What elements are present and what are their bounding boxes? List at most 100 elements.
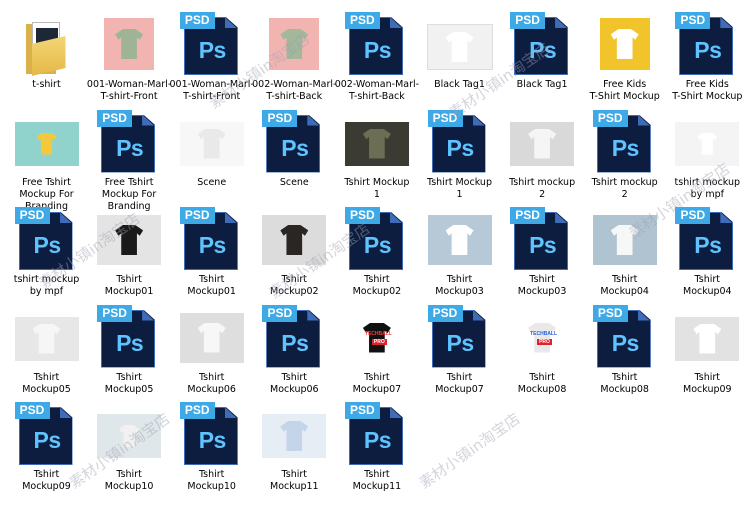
ps-glyph: Ps [363,427,392,453]
image-thumbnail [592,215,657,265]
file-name-label: Tshirt Mockup03 [517,274,567,297]
file-thumbnail [253,207,336,277]
psd-tag-badge: PSD [179,12,215,29]
file-thumbnail [583,207,666,277]
image-thumbnail [14,121,79,166]
file-thumbnail: Ps PSD [5,402,88,472]
file-thumbnail [170,305,253,375]
image-file-item[interactable]: tshirt mockup by mpf [666,110,749,207]
file-name-label: 001-Woman-Marl-T-shirt-Front [169,79,254,102]
image-thumbnail [510,121,575,166]
image-file-item[interactable]: TECHBALL PRO Tshirt Mockup07 [335,305,418,402]
psd-file-item[interactable]: Ps PSD Tshirt Mockup06 [253,304,336,402]
file-name-label: Tshirt Mockup04 [683,274,732,297]
image-file-item[interactable]: Tshirt Mockup04 [583,207,666,304]
psd-file-item[interactable]: Ps PSD Tshirt Mockup 1 [418,109,501,207]
file-name-label: Tshirt Mockup05 [22,371,71,395]
file-thumbnail: Ps PSD [170,12,253,82]
file-thumbnail [5,12,88,82]
file-thumbnail: Ps PSD [253,109,336,180]
image-thumbnail [262,414,327,458]
psd-file-item[interactable]: Ps PSD Tshirt Mockup04 [666,207,749,304]
image-file-item[interactable]: Free Kids T-Shirt Mockup [583,12,666,109]
image-thumbnail [97,414,162,458]
file-name-label: Tshirt Mockup07 [352,371,402,395]
tshirt-shape [362,128,391,159]
image-file-item[interactable]: Tshirt mockup 2 [501,110,584,207]
psd-file-item[interactable]: Ps PSD Tshirt Mockup11 [335,402,418,499]
psd-tag-badge: PSD [427,109,463,127]
file-name-label: Tshirt Mockup07 [435,371,484,395]
tshirt-shape [693,323,722,354]
psd-file-item[interactable]: Ps PSD Scene [253,109,336,207]
image-file-item[interactable]: Tshirt Mockup09 [666,305,749,402]
ps-glyph: Ps [446,329,475,356]
file-name-label: Tshirt mockup 2 [509,176,576,200]
folder-item[interactable]: t-shirt [5,12,88,109]
psd-file-item[interactable]: Ps PSD Tshirt Mockup09 [5,402,88,499]
psd-tag-badge: PSD [344,402,380,419]
tshirt-shape [280,421,309,451]
image-file-item[interactable]: Tshirt Mockup 1 [335,110,418,207]
image-file-item[interactable]: Tshirt Mockup11 [253,402,336,499]
image-file-item[interactable]: Tshirt Mockup10 [88,402,171,499]
image-file-item[interactable]: TECHBALL PRO Tshirt Mockup08 [501,305,584,402]
file-name-label: Tshirt Mockup10 [187,469,236,492]
image-file-item[interactable]: 002-Woman-Marl-T-shirt-Back [252,12,336,109]
psd-file-item[interactable]: Ps PSD Tshirt Mockup07 [418,304,501,402]
tshirt-shape [445,32,474,62]
psd-tag-badge: PSD [427,304,463,322]
file-name-label: Black Tag1 [434,79,485,90]
file-name-label: Free Kids T-Shirt Mockup [672,79,743,102]
file-thumbnail [666,305,749,375]
psd-file-item[interactable]: Ps PSD 001-Woman-Marl-T-shirt-Front [169,12,254,109]
file-name-label: Tshirt Mockup04 [600,274,649,297]
file-name-label: Black Tag1 [516,79,568,90]
psd-file-item[interactable]: Ps PSD Tshirt Mockup10 [170,402,253,499]
techball-print: TECHBALL [364,330,392,337]
file-name-label: Tshirt Mockup05 [104,371,154,395]
image-thumbnail [675,316,740,361]
file-name-label: t-shirt [32,79,61,90]
file-name-label: Tshirt Mockup01 [187,274,236,297]
psd-tag-badge: PSD [510,12,546,29]
image-file-item[interactable]: Free Tshirt Mockup For Branding [5,110,88,212]
file-thumbnail: Ps PSD [5,207,88,277]
file-name-label: Tshirt Mockup 1 [344,176,410,200]
file-thumbnail: Ps PSD [88,109,171,180]
psd-file-item[interactable]: Ps PSD Tshirt Mockup03 [501,207,584,304]
psd-file-item[interactable]: Ps PSD Free Kids T-Shirt Mockup [666,12,749,109]
psd-file-icon: Ps PSD [510,12,574,75]
tshirt-shape [610,29,639,59]
file-thumbnail: Ps PSD [170,402,253,472]
psd-file-icon: Ps PSD [344,402,409,465]
psd-file-item[interactable]: Ps PSD Tshirt Mockup02 [335,207,418,304]
psd-file-item[interactable]: Ps PSD Free Tshirt Mockup For Branding [88,109,171,212]
file-name-label: Tshirt Mockup06 [270,371,319,395]
file-name-label: Tshirt Mockup06 [187,371,236,395]
file-thumbnail: Ps PSD [335,12,418,82]
psd-file-item[interactable]: Ps PSD 002-Woman-Marl-T-shirt-Back [335,12,419,109]
image-file-item[interactable]: Scene [170,110,253,207]
psd-file-item[interactable]: Ps PSD Tshirt Mockup05 [88,304,171,402]
file-name-label: Tshirt Mockup11 [352,469,402,492]
image-file-item[interactable]: Tshirt Mockup01 [88,207,171,304]
psd-tag-badge: PSD [179,207,215,224]
file-name-label: Scene [279,176,309,188]
image-file-item[interactable]: Tshirt Mockup02 [253,207,336,304]
psd-file-item[interactable]: Ps PSD Black Tag1 [501,12,584,109]
file-thumbnail [418,207,501,277]
image-file-item[interactable]: Tshirt Mockup05 [5,305,88,402]
ps-glyph: Ps [611,329,640,356]
psd-file-icon: Ps PSD [592,304,657,368]
psd-tag-badge: PSD [179,402,215,419]
psd-file-item[interactable]: Ps PSD Tshirt mockup 2 [583,109,666,207]
image-file-item[interactable]: Tshirt Mockup06 [170,305,253,402]
psd-file-item[interactable]: Ps PSD Tshirt Mockup01 [170,207,253,304]
psd-file-item[interactable]: Ps PSD Tshirt Mockup08 [583,304,666,402]
image-file-item[interactable]: 001-Woman-Marl-T-shirt-Front [87,12,171,109]
psd-file-item[interactable]: Ps PSD tshirt mockup by mpf [5,207,88,304]
image-file-item[interactable]: Tshirt Mockup03 [418,207,501,304]
image-file-item[interactable]: Black Tag1 [418,12,501,109]
techball-print: TECHBALL [530,330,558,337]
